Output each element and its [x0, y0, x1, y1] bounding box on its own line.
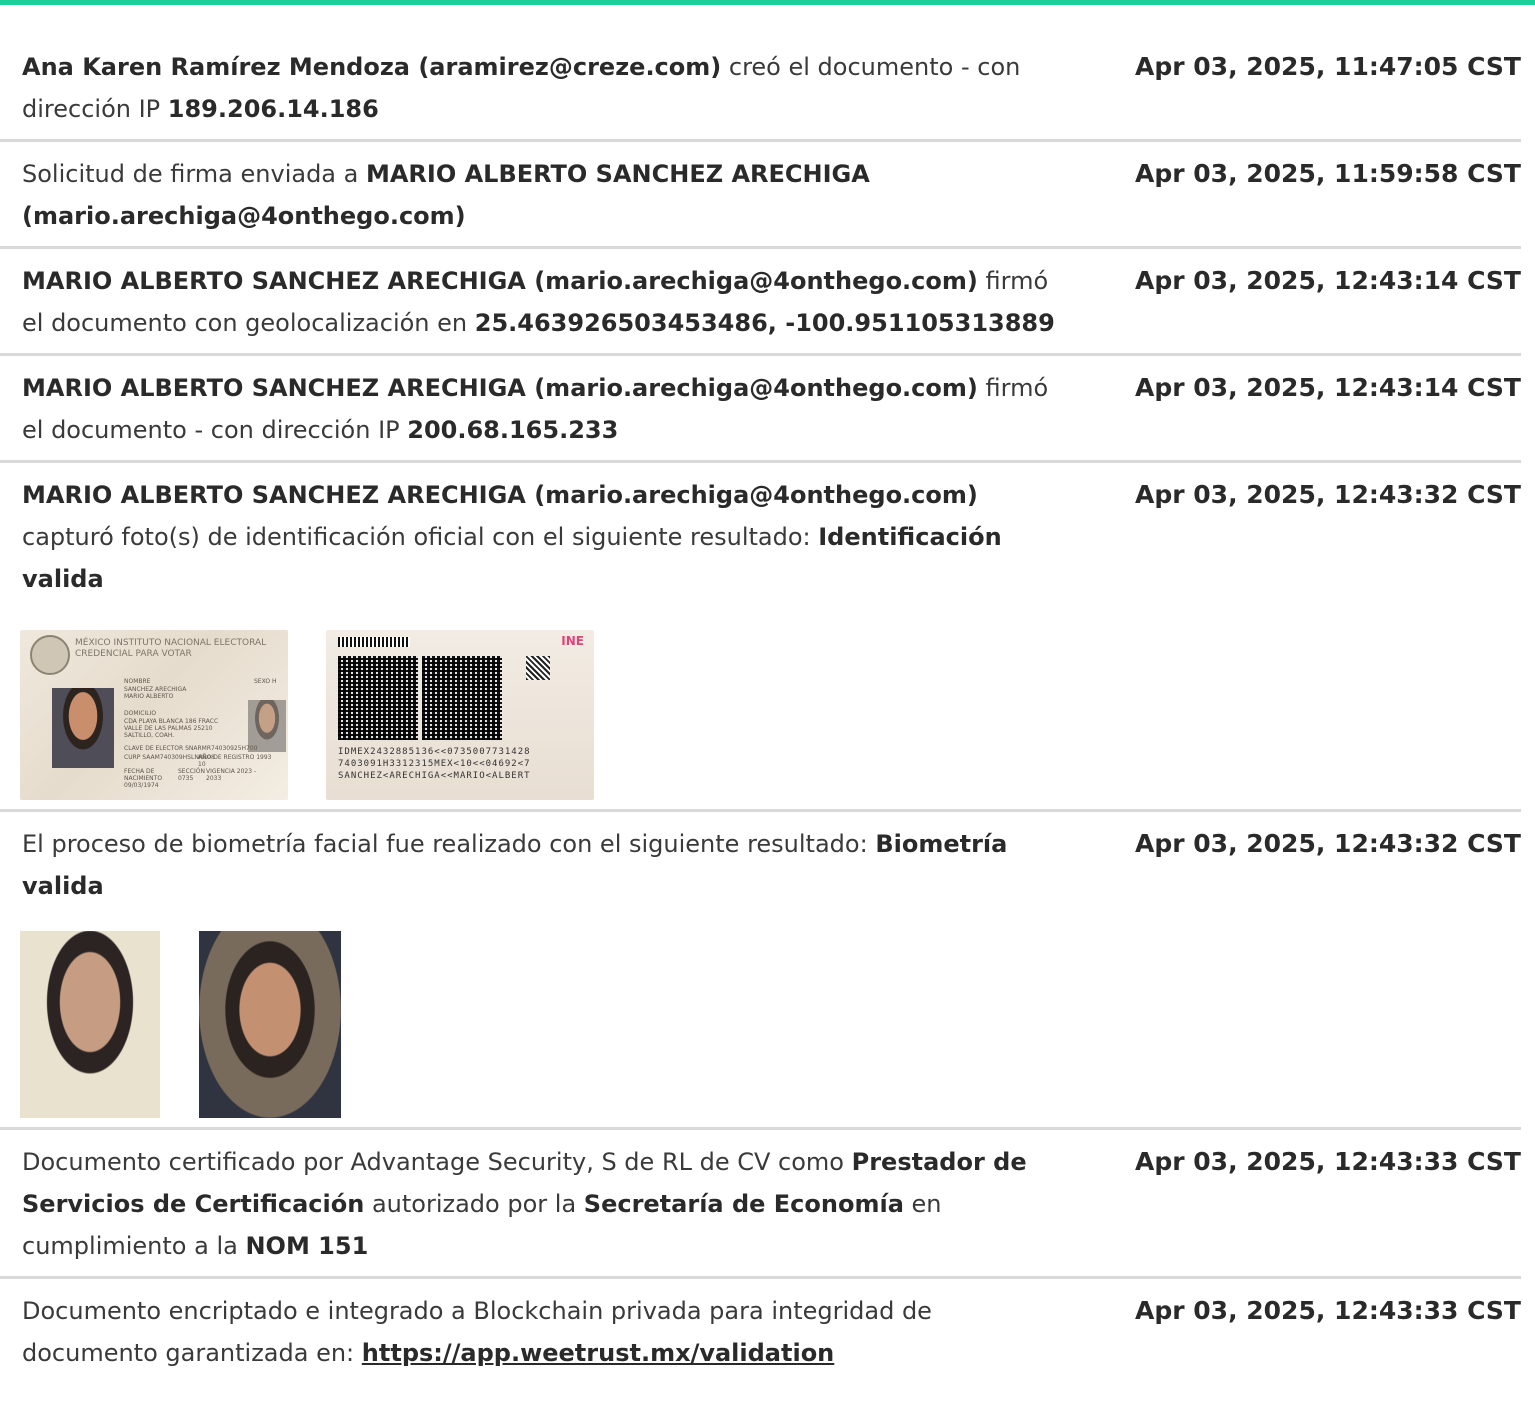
- timestamp: Apr 03, 2025, 12:43:33 CST: [1135, 1296, 1521, 1325]
- entry-text: El proceso de biometría facial fue reali…: [22, 823, 1072, 907]
- action: capturó foto(s) de identificación oficia…: [22, 523, 819, 551]
- log-entry: Ana Karen Ramírez Mendoza (aramirez@crez…: [0, 35, 1521, 142]
- card-address-label: DOMICILIO: [124, 710, 157, 717]
- small-qr-icon: [526, 656, 550, 680]
- log-entry: Documento certificado por Advantage Secu…: [0, 1130, 1521, 1279]
- actor: MARIO ALBERTO SANCHEZ ARECHIGA (mario.ar…: [22, 481, 978, 509]
- log-entry: Solicitud de firma enviada a MARIO ALBER…: [0, 142, 1521, 249]
- standard: NOM 151: [245, 1232, 369, 1260]
- card-country: MÉXICO: [75, 638, 111, 648]
- mrz-line: IDMEX2432885136<<0735007731428: [338, 747, 531, 757]
- id-photo: [52, 688, 114, 768]
- id-card-back-image: INE IDMEX2432885136<<0735007731428 740309…: [326, 630, 594, 800]
- action: Solicitud de firma enviada a: [22, 160, 366, 188]
- timestamp: Apr 03, 2025, 12:43:33 CST: [1135, 1147, 1521, 1176]
- timestamp: Apr 03, 2025, 12:43:14 CST: [1135, 373, 1521, 402]
- log-entry: Documento encriptado e integrado a Block…: [0, 1279, 1521, 1383]
- actor: MARIO ALBERTO SANCHEZ ARECHIGA (mario.ar…: [22, 267, 978, 295]
- audit-log: Ana Karen Ramírez Mendoza (aramirez@crez…: [0, 35, 1521, 1383]
- geolocation: 25.463926503453486, -100.951105313889: [474, 309, 1055, 337]
- card-sex: SEXO H: [254, 678, 277, 685]
- entry-text: MARIO ALBERTO SANCHEZ ARECHIGA (mario.ar…: [22, 474, 1072, 600]
- barcode-icon: [338, 637, 410, 647]
- entry-text: Solicitud de firma enviada a MARIO ALBER…: [22, 153, 1072, 237]
- entry-text: Ana Karen Ramírez Mendoza (aramirez@crez…: [22, 46, 1072, 130]
- timestamp: Apr 03, 2025, 11:47:05 CST: [1135, 52, 1521, 81]
- card-back-brand: INE: [561, 634, 584, 648]
- actor: MARIO ALBERTO SANCHEZ ARECHIGA (mario.ar…: [22, 374, 978, 402]
- biometry-photos: [20, 931, 1521, 1118]
- card-name: SANCHEZ ARECHIGA MARIO ALBERTO: [124, 686, 187, 700]
- card-registry: AÑO DE REGISTRO 1993 10: [198, 754, 272, 768]
- seal-icon: [30, 635, 70, 675]
- authority: Secretaría de Economía: [583, 1190, 904, 1218]
- timestamp: Apr 03, 2025, 12:43:32 CST: [1135, 829, 1521, 858]
- entry-text: MARIO ALBERTO SANCHEZ ARECHIGA (mario.ar…: [22, 260, 1072, 344]
- entry-text: MARIO ALBERTO SANCHEZ ARECHIGA (mario.ar…: [22, 367, 1072, 451]
- timestamp: Apr 03, 2025, 12:43:14 CST: [1135, 266, 1521, 295]
- action: autorizado por la: [364, 1190, 584, 1218]
- card-section: SECCIÓN 0735: [178, 768, 205, 782]
- ip-address: 200.68.165.233: [407, 416, 619, 444]
- actor: Ana Karen Ramírez Mendoza (aramirez@crez…: [22, 53, 722, 81]
- selfie-image: [199, 931, 341, 1118]
- card-mrz: IDMEX2432885136<<0735007731428 7403091H33…: [338, 746, 588, 782]
- card-institute: INSTITUTO NACIONAL ELECTORAL: [113, 638, 267, 648]
- timestamp: Apr 03, 2025, 11:59:58 CST: [1135, 159, 1521, 188]
- id-photos: MÉXICO INSTITUTO NACIONAL ELECTORAL CREDE…: [20, 630, 1521, 800]
- id-card-front-image: MÉXICO INSTITUTO NACIONAL ELECTORAL CREDE…: [20, 630, 288, 800]
- mrz-line: SANCHEZ<ARECHIGA<<MARIO<ALBERT: [338, 771, 531, 781]
- card-validity: VIGENCIA 2023 - 2033: [206, 768, 257, 782]
- ip-address: 189.206.14.186: [167, 95, 379, 123]
- qr-code-icon: [338, 656, 418, 740]
- log-entry: MARIO ALBERTO SANCHEZ ARECHIGA (mario.ar…: [0, 463, 1521, 812]
- action: El proceso de biometría facial fue reali…: [22, 830, 876, 858]
- card-elector-key: CLAVE DE ELECTOR SNARMR74030925H700: [124, 745, 258, 752]
- log-entry: El proceso de biometría facial fue reali…: [0, 812, 1521, 1130]
- entry-text: Documento encriptado e integrado a Block…: [22, 1290, 1072, 1374]
- top-accent-bar: [0, 0, 1535, 5]
- card-header: MÉXICO INSTITUTO NACIONAL ELECTORAL CREDE…: [75, 638, 266, 660]
- qr-code-icon: [422, 656, 502, 740]
- action: Documento certificado por Advantage Secu…: [22, 1148, 852, 1176]
- id-face-image: [20, 931, 160, 1118]
- mrz-line: 7403091H3312315MEX<10<<04692<7: [338, 759, 531, 769]
- entry-text: Documento certificado por Advantage Secu…: [22, 1141, 1072, 1267]
- card-credential: CREDENCIAL PARA VOTAR: [75, 649, 192, 659]
- log-entry: MARIO ALBERTO SANCHEZ ARECHIGA (mario.ar…: [0, 249, 1521, 356]
- timestamp: Apr 03, 2025, 12:43:32 CST: [1135, 480, 1521, 509]
- log-entry: MARIO ALBERTO SANCHEZ ARECHIGA (mario.ar…: [0, 356, 1521, 463]
- card-birth: FECHA DE NACIMIENTO 09/03/1974: [124, 768, 163, 789]
- card-address: CDA PLAYA BLANCA 186 FRACC VALLE DE LAS …: [124, 718, 219, 739]
- validation-link[interactable]: https://app.weetrust.mx/validation: [362, 1339, 835, 1367]
- card-name-label: NOMBRE: [124, 678, 151, 685]
